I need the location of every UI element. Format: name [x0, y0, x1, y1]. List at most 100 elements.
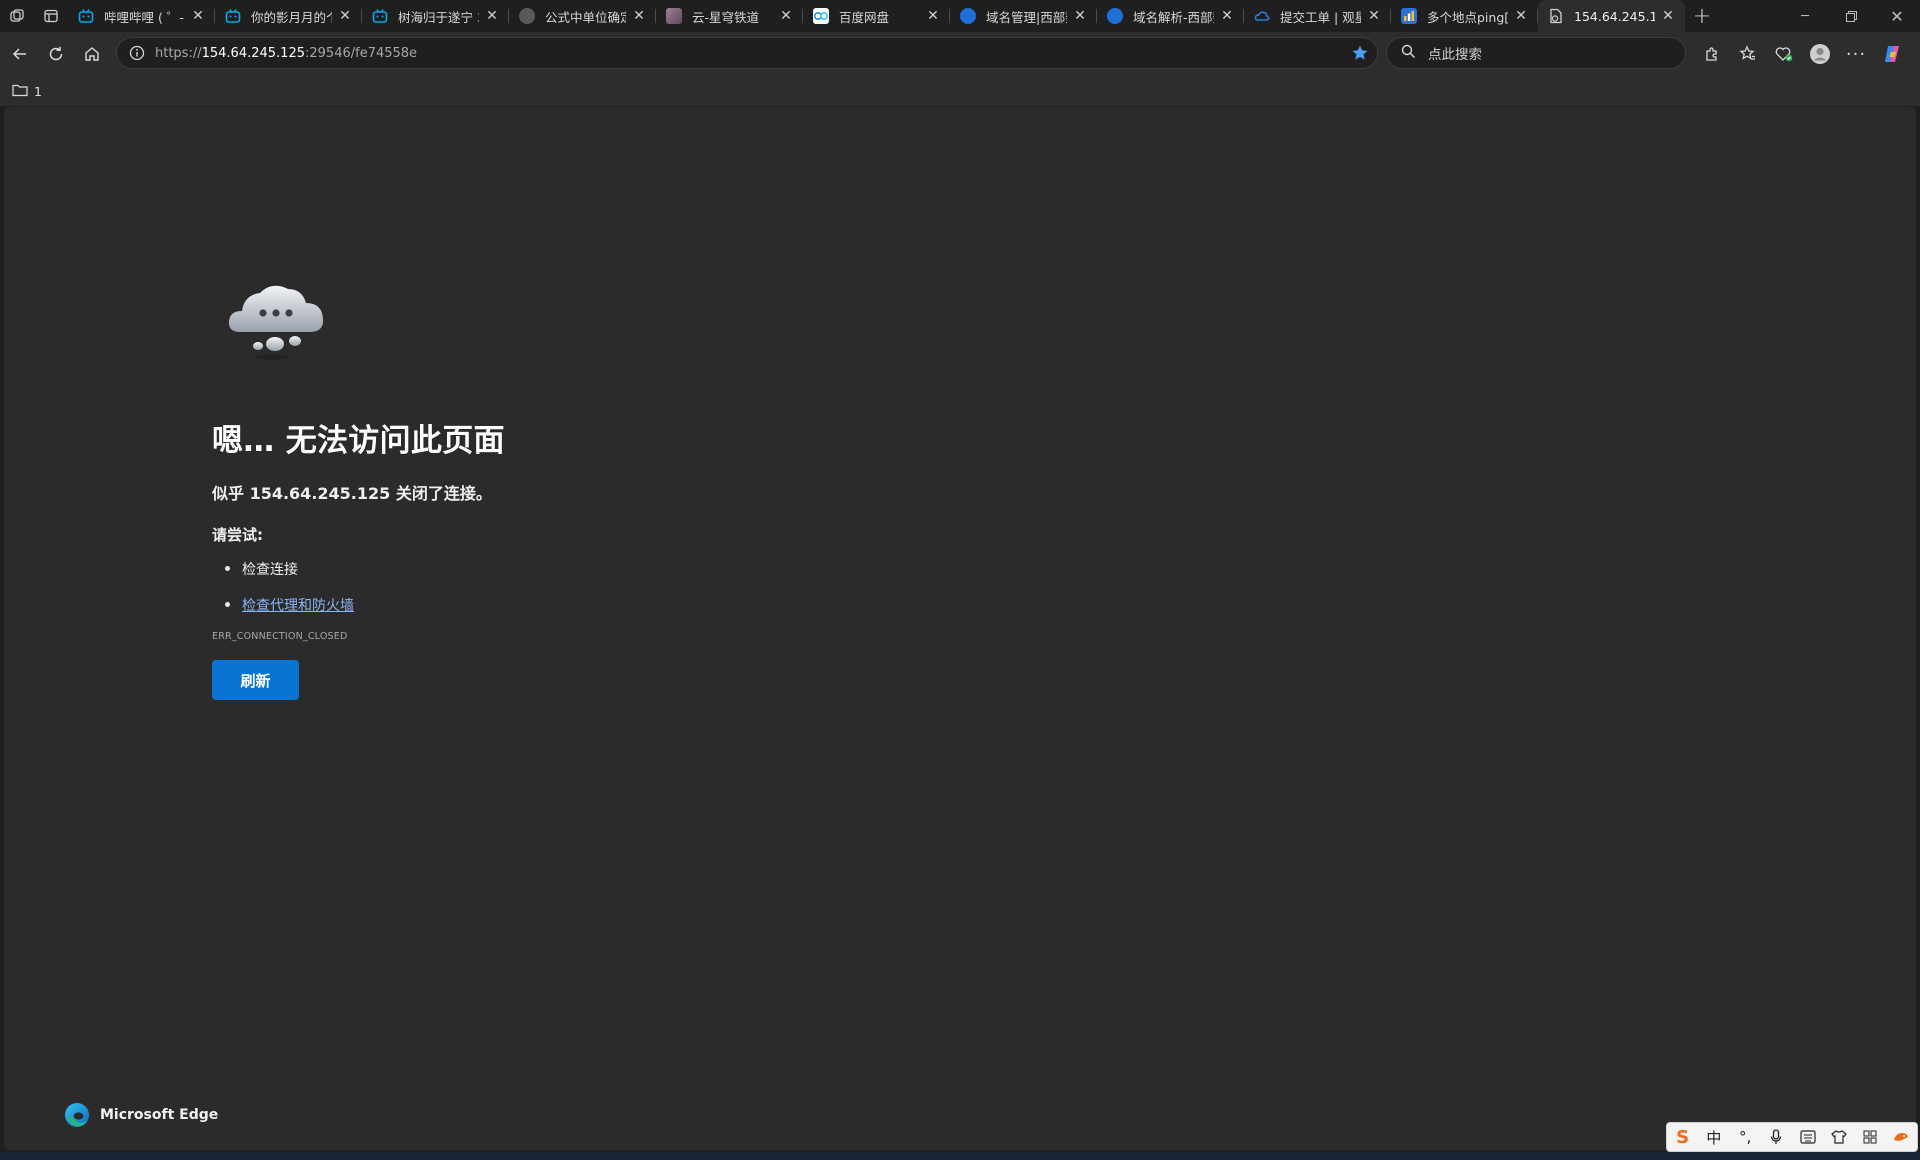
cloud-icon [1254, 8, 1270, 24]
error-title: 嗯… 无法访问此页面 [212, 423, 505, 459]
search-icon [1401, 44, 1416, 63]
suggestion-list: 检查连接 检查代理和防火墙 [225, 559, 912, 615]
close-tab-icon[interactable]: ✕ [483, 8, 501, 24]
tab-title: 域名管理|西部数 [986, 9, 1067, 25]
sogou-mascot-icon[interactable] [1887, 1130, 1915, 1144]
back-icon[interactable] [2, 36, 38, 72]
tab-title: 百度网盘 [839, 9, 890, 25]
search-placeholder: 点此搜索 [1428, 47, 1482, 63]
favorites-folder[interactable]: 1 [12, 83, 42, 100]
home-icon[interactable] [74, 36, 110, 72]
tab[interactable]: 哔哩哔哩 ( ゜- ゜ ✕ [68, 0, 215, 32]
search-box[interactable]: 点此搜索 [1386, 37, 1686, 69]
bilibili-icon [372, 8, 388, 24]
profile-avatar-icon[interactable] [1802, 36, 1838, 72]
tab-strip: 哔哩哔哩 ( ゜- ゜ ✕ 你的影月月的个人 ✕ 树海归于遂宁 3- ✕ 公式中… [0, 0, 1920, 32]
refresh-button[interactable]: 刷新 [212, 660, 299, 700]
url-path: :29546/fe74558e [305, 45, 418, 61]
west-icon [960, 8, 976, 24]
ping-icon [1401, 8, 1417, 24]
tab-list: 哔哩哔哩 ( ゜- ゜ ✕ 你的影月月的个人 ✕ 树海归于遂宁 3- ✕ 公式中… [68, 0, 1685, 32]
error-panel: 嗯… 无法访问此页面 似乎 154.64.245.125 关闭了连接。 请尝试:… [212, 277, 912, 700]
favorites-icon[interactable] [1730, 36, 1766, 72]
tab[interactable]: 云-星穹铁道 ✕ [656, 0, 803, 32]
close-tab-icon[interactable]: ✕ [777, 8, 795, 24]
close-tab-icon[interactable]: ✕ [1365, 8, 1383, 24]
game-icon [666, 8, 682, 24]
page-content: 嗯… 无法访问此页面 似乎 154.64.245.125 关闭了连接。 请尝试:… [4, 107, 1916, 1150]
more-options-icon[interactable]: ··· [1838, 36, 1874, 72]
folder-icon [12, 83, 28, 100]
close-tab-icon[interactable]: ✕ [630, 8, 648, 24]
tab-title: 哔哩哔哩 ( ゜- ゜ [104, 9, 185, 25]
bilibili-icon [225, 8, 241, 24]
west-icon [1107, 8, 1123, 24]
tab-title: 公式中单位确定 [545, 9, 626, 25]
skin-shirt-icon[interactable] [1825, 1130, 1853, 1144]
tab-active[interactable]: 154.64.245.125 ✕ [1538, 0, 1685, 32]
toolbar-actions: ··· [1694, 36, 1910, 72]
tab-title: 树海归于遂宁 3- [398, 9, 479, 25]
toolbox-grid-icon[interactable] [1856, 1130, 1884, 1144]
error-code: ERR_CONNECTION_CLOSED [212, 631, 348, 642]
cloud-error-illustration [228, 285, 324, 360]
tab[interactable]: 百度网盘 ✕ [803, 0, 950, 32]
tab-title: 154.64.245.125 [1574, 8, 1655, 24]
window-controls: ─ ✕ [1782, 0, 1920, 32]
close-tab-icon[interactable]: ✕ [1512, 8, 1530, 24]
url-host: 154.64.245.125 [201, 45, 305, 61]
close-tab-icon[interactable]: ✕ [1659, 8, 1677, 24]
keyboard-icon[interactable] [1794, 1130, 1822, 1144]
punctuation-mode-icon[interactable]: °, [1731, 1128, 1759, 1146]
check-proxy-link[interactable]: 检查代理和防火墙 [242, 598, 354, 614]
minimize-icon[interactable]: ─ [1782, 0, 1828, 32]
suggestion-check-proxy: 检查代理和防火墙 [225, 595, 912, 615]
browser-essentials-icon[interactable] [1766, 36, 1802, 72]
close-tab-icon[interactable]: ✕ [189, 8, 207, 24]
address-bar[interactable]: https://154.64.245.125:29546/fe74558e [116, 37, 1378, 69]
site-info-icon[interactable] [127, 43, 147, 63]
microphone-icon[interactable] [1762, 1129, 1790, 1145]
extensions-icon[interactable] [1694, 36, 1730, 72]
ime-mode-chinese[interactable]: 中 [1700, 1127, 1728, 1148]
new-tab-button[interactable]: + [1685, 0, 1719, 32]
baidu-netdisk-icon [813, 8, 829, 24]
edge-logo-icon [65, 1103, 89, 1127]
tab-actions-icon[interactable] [34, 0, 68, 32]
tab-title: 云-星穹铁道 [692, 9, 760, 25]
copilot-icon[interactable] [1874, 36, 1910, 72]
close-tab-icon[interactable]: ✕ [924, 8, 942, 24]
restore-icon[interactable] [1828, 0, 1874, 32]
close-tab-icon[interactable]: ✕ [1071, 8, 1089, 24]
page-error-icon [1548, 8, 1564, 24]
folder-label: 1 [34, 83, 42, 99]
close-tab-icon[interactable]: ✕ [336, 8, 354, 24]
edge-brand: Microsoft Edge [64, 1102, 218, 1128]
tab[interactable]: 树海归于遂宁 3- ✕ [362, 0, 509, 32]
try-label: 请尝试: [212, 526, 263, 544]
taskbar-edge [0, 1152, 1920, 1160]
favorite-star-icon[interactable] [1351, 44, 1369, 66]
tab[interactable]: 域名管理|西部数 ✕ [950, 0, 1097, 32]
navigation-toolbar: https://154.64.245.125:29546/fe74558e 点此… [0, 32, 1920, 76]
edge-brand-name: Microsoft Edge [100, 1107, 219, 1123]
ime-toolbar: S 中 °, [1666, 1122, 1918, 1152]
tab[interactable]: 域名解析-西部数 ✕ [1097, 0, 1244, 32]
avatar-icon [519, 8, 535, 24]
error-subtitle: 似乎 154.64.245.125 关闭了连接。 [212, 484, 492, 503]
tab[interactable]: 多个地点ping[1 ✕ [1391, 0, 1538, 32]
suggestion-check-connection: 检查连接 [225, 559, 912, 579]
tab[interactable]: 你的影月月的个人 ✕ [215, 0, 362, 32]
tab[interactable]: 公式中单位确定 ✕ [509, 0, 656, 32]
workspaces-icon[interactable] [0, 0, 34, 32]
tab-title: 提交工单 | 观星云 [1280, 9, 1361, 25]
reload-icon[interactable] [38, 36, 74, 72]
tab-title: 多个地点ping[1 [1427, 9, 1508, 25]
tab-title: 你的影月月的个人 [251, 9, 332, 25]
url-scheme: https:// [155, 45, 202, 61]
sogou-logo-icon[interactable]: S [1669, 1127, 1697, 1148]
close-window-icon[interactable]: ✕ [1874, 0, 1920, 32]
close-tab-icon[interactable]: ✕ [1218, 8, 1236, 24]
favorites-bar: 1 [0, 76, 1920, 106]
tab[interactable]: 提交工单 | 观星云 ✕ [1244, 0, 1391, 32]
